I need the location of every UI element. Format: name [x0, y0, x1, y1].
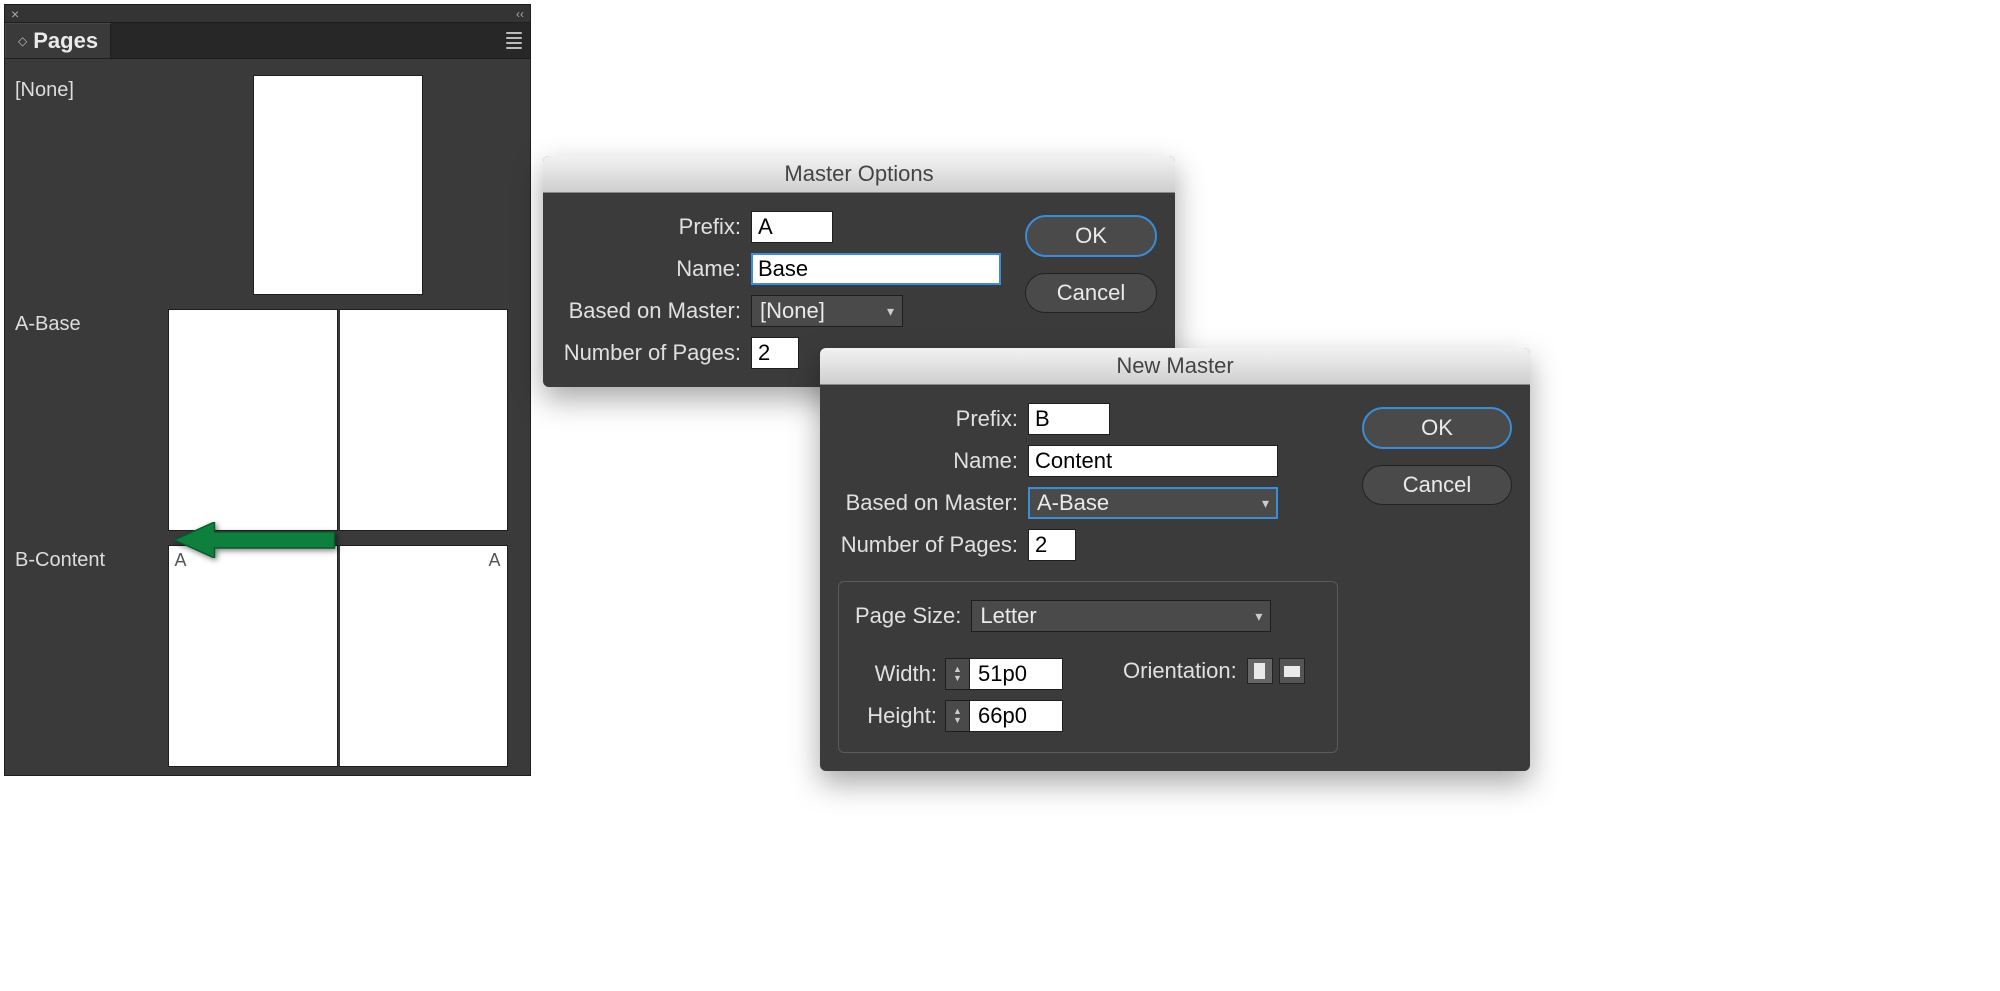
based-on-label: Based on Master: — [838, 490, 1028, 516]
orientation-group: Orientation: — [1123, 658, 1305, 684]
pages-panel: × ‹‹ ◇ Pages [None] A-Base — [4, 4, 531, 776]
height-label: Height: — [855, 703, 945, 729]
page-size-select[interactable]: Letter ▾ — [971, 600, 1271, 632]
name-label: Name: — [838, 448, 1028, 474]
name-input[interactable]: Content — [1028, 445, 1278, 477]
based-on-label: Based on Master: — [561, 298, 751, 324]
panel-title: Pages — [33, 28, 98, 54]
panel-controls: × ‹‹ — [5, 5, 530, 23]
ok-button[interactable]: OK — [1025, 215, 1157, 257]
page-size-group: Page Size: Letter ▾ Width: ▲▼ 51p0 — [838, 581, 1338, 753]
prefix-label: Prefix: — [561, 214, 751, 240]
based-on-select[interactable]: [None] ▾ — [751, 295, 903, 327]
panel-header: ◇ Pages — [5, 23, 530, 59]
panel-menu-icon[interactable] — [506, 32, 522, 49]
cancel-button[interactable]: Cancel — [1362, 465, 1512, 505]
master-label: A-Base — [15, 309, 155, 336]
chevron-down-icon: ▾ — [1262, 495, 1269, 512]
master-label: [None] — [15, 75, 155, 102]
landscape-icon — [1284, 666, 1300, 677]
based-on-badge: A — [488, 550, 500, 571]
orientation-landscape-button[interactable] — [1279, 658, 1305, 684]
annotation-arrow-icon — [172, 522, 337, 558]
collapse-icon[interactable]: ‹‹ — [516, 7, 524, 21]
panel-tab-pages[interactable]: ◇ Pages — [5, 23, 111, 58]
height-input[interactable]: 66p0 — [970, 701, 1062, 731]
orientation-portrait-button[interactable] — [1247, 658, 1273, 684]
expand-icon: ◇ — [18, 34, 27, 48]
masters-list: [None] A-Base B-Content A — [5, 59, 530, 777]
num-pages-label: Number of Pages: — [838, 532, 1028, 558]
master-item-abase[interactable]: A-Base — [15, 309, 520, 531]
close-icon[interactable]: × — [11, 6, 19, 22]
prefix-input[interactable]: B — [1028, 403, 1110, 435]
stepper-arrows-icon[interactable]: ▲▼ — [946, 659, 970, 689]
dialog-title: New Master — [1116, 353, 1233, 378]
name-label: Name: — [561, 256, 751, 282]
page-size-label: Page Size: — [855, 603, 961, 629]
width-stepper[interactable]: ▲▼ 51p0 — [945, 658, 1063, 690]
width-input[interactable]: 51p0 — [970, 659, 1062, 689]
orientation-label: Orientation: — [1123, 658, 1237, 684]
master-thumb[interactable] — [253, 75, 423, 295]
num-pages-input[interactable]: 2 — [1028, 529, 1076, 561]
master-item-bcontent[interactable]: B-Content A A — [15, 545, 520, 767]
select-value: Letter — [980, 603, 1036, 629]
width-label: Width: — [855, 661, 945, 687]
chevron-down-icon: ▾ — [1255, 608, 1262, 625]
chevron-down-icon: ▾ — [887, 303, 894, 320]
master-spread[interactable] — [168, 309, 508, 531]
dialog-titlebar[interactable]: New Master — [820, 348, 1530, 385]
master-item-none[interactable]: [None] — [15, 75, 520, 295]
prefix-input[interactable]: A — [751, 211, 833, 243]
dialog-titlebar[interactable]: Master Options — [543, 156, 1175, 193]
based-on-select[interactable]: A-Base ▾ — [1028, 487, 1278, 519]
select-value: [None] — [760, 298, 825, 324]
cancel-button[interactable]: Cancel — [1025, 273, 1157, 313]
dialog-title: Master Options — [784, 161, 933, 186]
new-master-dialog: New Master Prefix: B Name: Content Based… — [820, 348, 1530, 771]
height-stepper[interactable]: ▲▼ 66p0 — [945, 700, 1063, 732]
master-label: B-Content — [15, 545, 155, 572]
name-input[interactable]: Base — [751, 253, 1001, 285]
stepper-arrows-icon[interactable]: ▲▼ — [946, 701, 970, 731]
ok-button[interactable]: OK — [1362, 407, 1512, 449]
prefix-label: Prefix: — [838, 406, 1028, 432]
num-pages-input[interactable]: 2 — [751, 337, 799, 369]
select-value: A-Base — [1037, 490, 1109, 516]
portrait-icon — [1254, 663, 1265, 679]
master-spread[interactable]: A A — [168, 545, 508, 767]
num-pages-label: Number of Pages: — [561, 340, 751, 366]
